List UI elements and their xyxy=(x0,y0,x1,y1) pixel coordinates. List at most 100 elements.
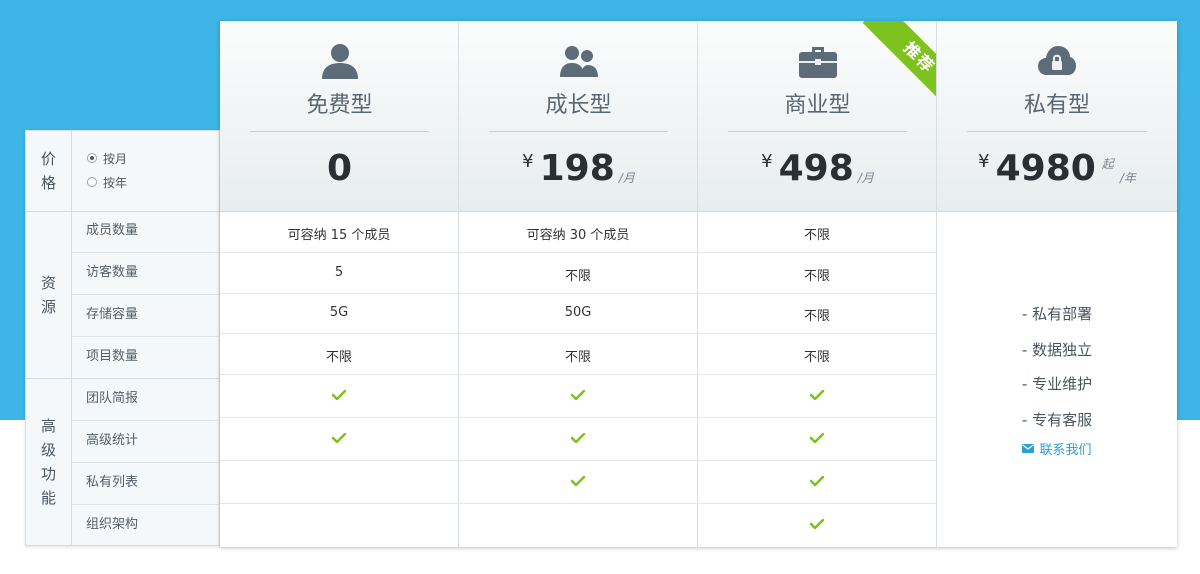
resource-group-char: 源 xyxy=(40,298,56,316)
mail-icon xyxy=(1022,444,1035,453)
contact-us-label[interactable]: 联系我们 xyxy=(1039,439,1091,458)
cell-free-members: 可容纳 15 个成员 xyxy=(287,228,391,243)
row-divider xyxy=(220,293,936,294)
advanced-group-label: 高 级 功 能 xyxy=(26,379,72,545)
cell-business-visitors: 不限 xyxy=(803,269,830,284)
cell-business-projects: 不限 xyxy=(803,350,830,365)
divider xyxy=(72,420,219,421)
plan-price-growth: ¥ 198 /月 xyxy=(459,147,698,191)
radio-monthly[interactable] xyxy=(87,153,97,163)
cell-growth-members: 可容纳 30 个成员 xyxy=(526,228,630,243)
row-divider xyxy=(220,374,936,375)
price-value: 198 xyxy=(539,148,615,189)
cell-free-visitors: 5 xyxy=(334,265,344,280)
radio-yearly[interactable] xyxy=(87,177,97,187)
user-icon xyxy=(321,44,358,79)
row-label-members: 成员数量 xyxy=(86,223,139,238)
row-label-visitors: 访客数量 xyxy=(86,265,139,280)
cell-business-members: 不限 xyxy=(803,228,830,243)
feature-sidebar: 价 格 按月 按年 资 源 成员数量 访客数量 存储容量 项目数量 高 级 功 … xyxy=(25,130,220,546)
divider xyxy=(72,294,219,295)
private-feature: - 数据独立 xyxy=(1021,341,1093,359)
row-label-team-brief: 团队简报 xyxy=(86,391,139,406)
divider xyxy=(72,504,219,505)
plan-price-private: ¥ 4980 起 /年 xyxy=(937,147,1177,191)
recommended-ribbon: 推荐 xyxy=(840,21,936,117)
price-value: 498 xyxy=(778,148,854,189)
divider xyxy=(72,252,219,253)
billing-monthly-option[interactable]: 按月 xyxy=(87,150,127,166)
column-divider xyxy=(697,21,698,547)
users-icon xyxy=(559,46,598,77)
contact-us-link[interactable]: 联系我们 xyxy=(937,439,1177,458)
private-feature: - 私有部署 xyxy=(1021,305,1093,323)
recommended-badge: 推荐 xyxy=(862,21,936,115)
price-unit: /年 xyxy=(1119,171,1136,185)
cell-free-projects: 不限 xyxy=(325,350,352,365)
cell-growth-visitors: 不限 xyxy=(564,269,591,284)
currency-symbol: ¥ xyxy=(978,151,990,172)
cloud-lock-icon xyxy=(1038,46,1076,75)
private-feature: - 专业维护 xyxy=(1021,375,1093,393)
cell-growth-storage: 50G xyxy=(564,305,592,320)
currency-symbol: ¥ xyxy=(522,151,534,172)
plan-name-free: 免费型 xyxy=(306,93,373,118)
row-label-org-structure: 组织架构 xyxy=(86,517,139,532)
check-icon xyxy=(571,433,585,443)
row-label-storage: 存储容量 xyxy=(86,307,139,322)
plan-price-business: ¥ 498 /月 xyxy=(698,147,937,191)
advanced-group-char: 能 xyxy=(40,489,56,507)
divider xyxy=(72,336,219,337)
price-from: 起 xyxy=(1101,157,1114,171)
check-icon xyxy=(810,519,824,529)
cell-business-storage: 不限 xyxy=(803,309,830,324)
plan-name-growth: 成长型 xyxy=(545,93,612,118)
check-icon xyxy=(810,433,824,443)
check-icon xyxy=(810,476,824,486)
row-label-advanced-stats: 高级统计 xyxy=(86,433,139,448)
plan-header-free[interactable]: 免费型 0 xyxy=(220,21,459,212)
plan-header-growth[interactable]: 成长型 ¥ 198 /月 xyxy=(459,21,698,212)
check-icon xyxy=(571,476,585,486)
price-group-char: 价 xyxy=(40,150,56,168)
row-divider xyxy=(220,252,936,253)
private-feature: - 专有客服 xyxy=(1021,411,1093,429)
price-unit: /月 xyxy=(618,171,635,185)
divider xyxy=(967,131,1147,132)
resource-group-label: 资 源 xyxy=(26,212,72,378)
radio-monthly-label: 按月 xyxy=(103,151,128,166)
price-value: 0 xyxy=(326,148,353,189)
plan-price-free: 0 xyxy=(220,147,459,191)
advanced-group-char: 功 xyxy=(40,465,56,483)
briefcase-icon xyxy=(798,47,837,78)
plan-header-private[interactable]: 私有型 ¥ 4980 起 /年 xyxy=(937,21,1177,212)
divider xyxy=(728,131,907,132)
billing-yearly-option[interactable]: 按年 xyxy=(87,174,127,190)
column-divider xyxy=(458,21,459,547)
radio-yearly-label: 按年 xyxy=(103,175,128,190)
check-icon xyxy=(332,390,346,400)
row-label-projects: 项目数量 xyxy=(86,349,139,364)
row-label-private-list: 私有列表 xyxy=(86,475,139,490)
row-divider xyxy=(220,460,936,461)
cell-growth-projects: 不限 xyxy=(564,350,591,365)
price-group-char: 格 xyxy=(40,174,56,192)
divider xyxy=(489,131,668,132)
column-divider xyxy=(936,21,937,547)
divider xyxy=(250,131,429,132)
currency-symbol: ¥ xyxy=(761,151,773,172)
check-icon xyxy=(332,433,346,443)
cell-free-storage: 5G xyxy=(329,305,349,320)
plan-name-private: 私有型 xyxy=(1023,93,1090,118)
price-value: 4980 xyxy=(995,148,1096,189)
resource-group-char: 资 xyxy=(40,274,56,292)
price-group-label: 价 格 xyxy=(26,131,72,211)
advanced-group-char: 级 xyxy=(40,441,56,459)
row-divider xyxy=(220,333,936,334)
row-divider xyxy=(220,417,936,418)
divider xyxy=(72,462,219,463)
check-icon xyxy=(810,390,824,400)
price-unit: /月 xyxy=(857,171,874,185)
row-divider xyxy=(220,503,936,504)
pricing-table: 免费型 0 成长型 ¥ 198 /月 商业型 ¥ 498 /月 私有型 ¥ 49… xyxy=(220,21,1177,547)
